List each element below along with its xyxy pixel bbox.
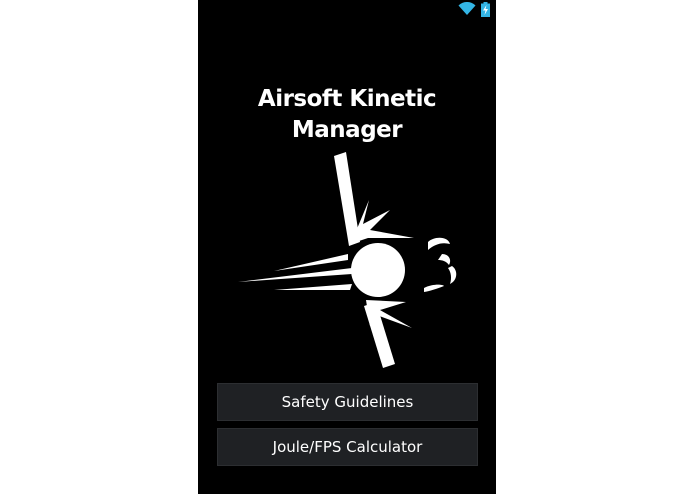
battery-charging-icon — [481, 2, 490, 17]
wifi-icon — [458, 2, 476, 15]
bb-impact-logo-icon — [238, 152, 457, 368]
app-title-line-1: Airsoft Kinetic — [257, 86, 437, 112]
page-background: Airsoft Kinetic Manager Safety Guideline — [0, 0, 695, 494]
joule-fps-calculator-button[interactable]: Joule/FPS Calculator — [217, 428, 478, 466]
safety-guidelines-button[interactable]: Safety Guidelines — [217, 383, 478, 421]
status-bar — [198, 0, 496, 20]
app-screen: Airsoft Kinetic Manager Safety Guideline — [198, 0, 496, 494]
app-title-line-2: Manager — [291, 117, 403, 143]
app-title: Airsoft Kinetic Manager — [198, 84, 496, 146]
